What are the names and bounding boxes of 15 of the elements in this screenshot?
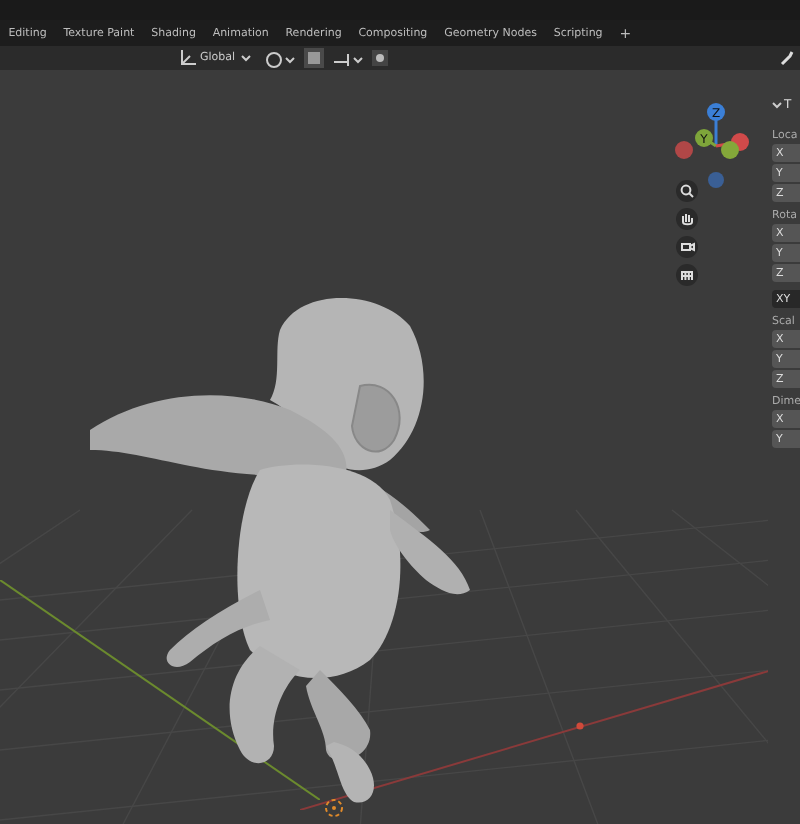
grid-icon[interactable] <box>676 264 698 286</box>
zoom-icon[interactable] <box>676 180 698 202</box>
caret-icon <box>239 52 252 64</box>
point-marker-icon <box>576 722 584 730</box>
snap-target-icon[interactable] <box>331 49 364 67</box>
origin-icon <box>322 796 346 820</box>
axes-icon <box>180 50 196 66</box>
collapse-caret-icon[interactable] <box>772 100 782 110</box>
pivot-icon[interactable] <box>263 49 296 67</box>
snap-icon <box>305 50 322 66</box>
tool-icon[interactable] <box>780 50 794 66</box>
camera-icon[interactable] <box>676 236 698 258</box>
hand-icon[interactable] <box>676 208 698 230</box>
proportional-editing-icon[interactable] <box>371 50 388 66</box>
snap-toggle[interactable] <box>303 48 324 68</box>
